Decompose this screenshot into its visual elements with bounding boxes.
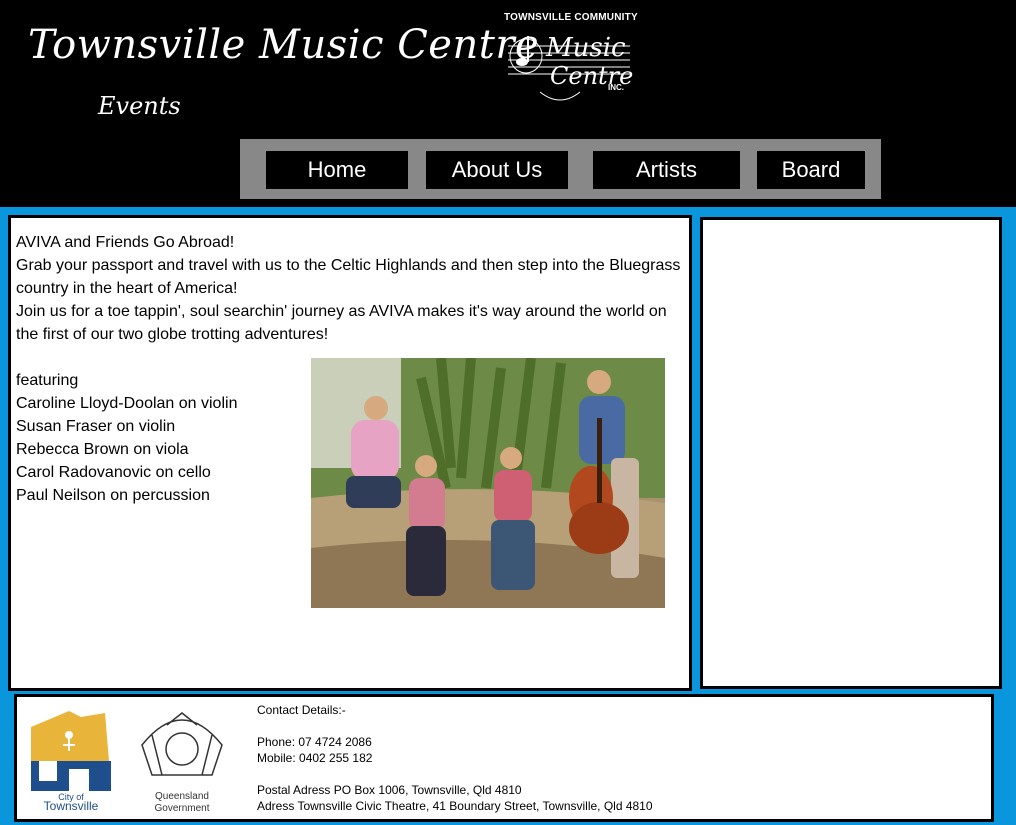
performer-item: Susan Fraser on violin — [16, 418, 176, 435]
event-title: AVIVA and Friends Go Abroad! — [16, 234, 235, 251]
page-subtitle: Events — [98, 92, 181, 120]
postal-address: Postal Adress PO Box 1006, Townsville, Q… — [257, 783, 522, 797]
featuring-label: featuring — [16, 372, 79, 389]
performer-item: Carol Radovanovic on cello — [16, 464, 211, 481]
contact-heading: Contact Details:- — [257, 703, 346, 717]
performer-item: Rebecca Brown on viola — [16, 441, 189, 458]
mobile-number: Mobile: 0402 255 182 — [257, 751, 373, 765]
sidebar-panel — [700, 217, 1002, 689]
nav-home-button[interactable]: Home — [266, 151, 408, 189]
city-of-townsville-logo-icon: City of Townsville — [31, 711, 111, 811]
queensland-government-logo-icon: Queensland Government — [141, 712, 223, 813]
qld-logo-line2: Government — [154, 803, 209, 813]
nav-artists-button[interactable]: Artists — [593, 151, 740, 189]
nav-board-button[interactable]: Board — [757, 151, 865, 189]
qld-logo-line1: Queensland — [155, 791, 209, 802]
site-title: Townsville Music Centre — [28, 22, 540, 68]
site-footer: City of Townsville Queensland Government… — [14, 694, 994, 822]
aviva-group-photo — [311, 358, 665, 608]
performer-item: Paul Neilson on percussion — [16, 487, 210, 504]
nav-about-us-button[interactable]: About Us — [426, 151, 568, 189]
music-note-logo-icon: Music Centre — [508, 33, 633, 101]
music-centre-logo: TOWNSVILLE COMMUNITY Music Centre INC. — [500, 8, 645, 108]
event-paragraph-1: Grab your passport and travel with us to… — [16, 257, 681, 297]
main-content: AVIVA and Friends Go Abroad! Grab your p… — [8, 215, 692, 691]
event-paragraph-2: Join us for a toe tappin', soul searchin… — [16, 303, 667, 343]
contact-details: Contact Details:- Phone: 07 4724 2086 Mo… — [257, 702, 653, 814]
main-nav: Home About Us Artists Board — [240, 139, 881, 199]
performer-list: featuring Caroline Lloyd-Doolan on violi… — [16, 369, 237, 507]
street-address: Adress Townsville Civic Theatre, 41 Boun… — [257, 799, 653, 813]
site-header: Townsville Music Centre Events TOWNSVILL… — [0, 0, 1016, 207]
city-logo-line2: Townsville — [44, 799, 99, 811]
phone-number: Phone: 07 4724 2086 — [257, 735, 372, 749]
event-description: AVIVA and Friends Go Abroad! Grab your p… — [16, 231, 686, 346]
logo-music-text: Music — [545, 33, 626, 63]
logo-inc-text: INC. — [608, 83, 624, 92]
performer-item: Caroline Lloyd-Doolan on violin — [16, 395, 238, 412]
